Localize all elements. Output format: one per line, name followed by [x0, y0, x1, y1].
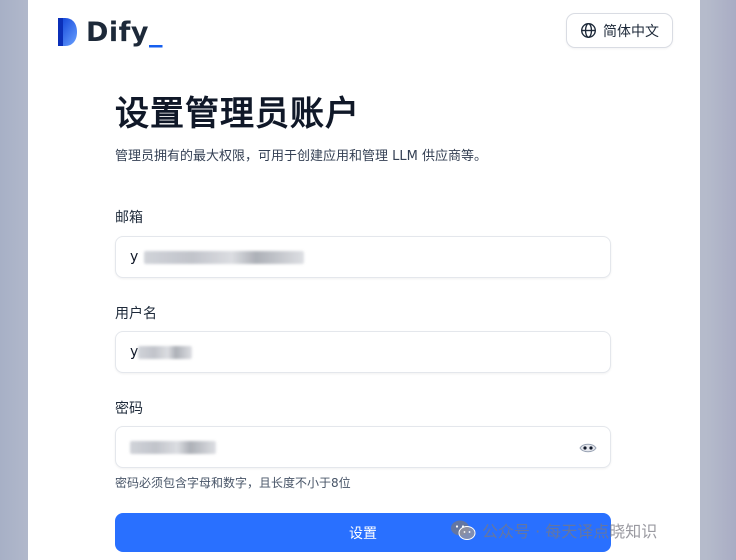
- brand-name: Dify_: [86, 16, 164, 48]
- globe-icon: [581, 23, 596, 38]
- page-subtitle: 管理员拥有的最大权限，可用于创建应用和管理 LLM 供应商等。: [115, 149, 487, 164]
- language-selector-button[interactable]: 简体中文: [566, 13, 673, 48]
- setup-panel: Dify_ 简体中文 设置管理员账户 管理员拥有的最大权限，可用于创建应用和管理…: [28, 0, 700, 560]
- password-field[interactable]: [115, 426, 611, 468]
- language-label: 简体中文: [603, 23, 659, 40]
- redacted-password: [130, 441, 216, 454]
- redacted-email: [144, 251, 304, 264]
- watermark: 公众号 · 每天译点晓知识: [450, 518, 657, 542]
- dify-logo: Dify_: [56, 16, 164, 48]
- redacted-username: [138, 346, 192, 359]
- username-label: 用户名: [115, 306, 157, 322]
- password-hint: 密码必须包含字母和数字，且长度不小于8位: [115, 476, 351, 490]
- eye-icon: [579, 443, 597, 453]
- username-field[interactable]: [115, 331, 611, 373]
- email-label: 邮箱: [115, 210, 143, 226]
- toggle-password-visibility-button[interactable]: [578, 439, 598, 457]
- password-label: 密码: [115, 401, 143, 417]
- watermark-text: 公众号 · 每天译点晓知识: [482, 522, 658, 541]
- dify-logo-icon: [58, 18, 77, 46]
- email-field[interactable]: [115, 236, 611, 278]
- wechat-icon: [451, 520, 476, 540]
- page-title: 设置管理员账户: [115, 94, 360, 134]
